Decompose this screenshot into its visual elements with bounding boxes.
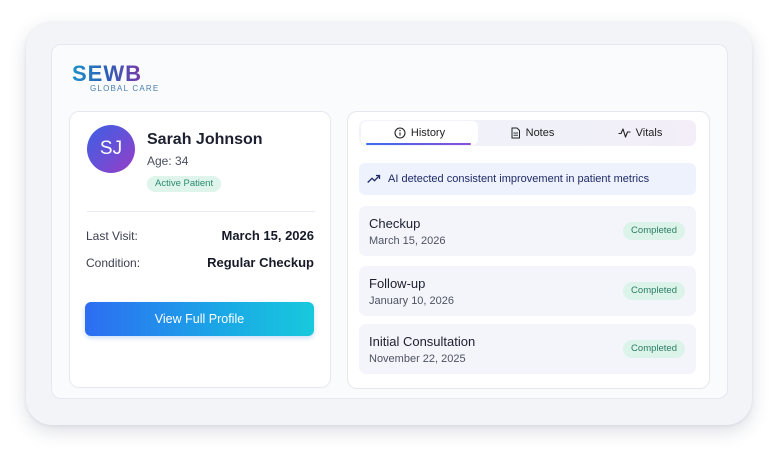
brand-name: SEWB [72,62,142,84]
last-visit-label: Last Visit: [86,229,138,243]
tab-history-label: History [410,127,446,139]
patient-age: Age: 34 [147,154,189,168]
condition-label: Condition: [86,256,141,270]
tab-history[interactable]: History [361,121,478,145]
status-badge: Completed [623,340,685,358]
document-icon [511,127,520,139]
history-item-date: November 22, 2025 [369,353,466,365]
history-item-title: Follow-up [369,276,426,291]
history-item-title: Checkup [369,216,421,231]
status-badge: Active Patient [147,176,222,192]
history-item[interactable]: Follow-up January 10, 2026 Completed [359,266,696,316]
pulse-icon [618,128,631,138]
history-item-title: Initial Consultation [369,334,476,349]
tab-vitals-label: Vitals [635,127,663,139]
status-badge: Completed [623,222,685,240]
history-item-date: March 15, 2026 [369,235,446,247]
tab-notes[interactable]: Notes [480,121,584,145]
brand-subtitle: GLOBAL CARE [90,84,160,93]
trending-up-icon [367,174,381,183]
patient-name: Sarah Johnson [147,131,263,148]
history-item-date: January 10, 2026 [369,295,455,307]
tab-notes-label: Notes [525,127,555,139]
divider [87,211,315,212]
active-tab-indicator [366,143,471,145]
history-item[interactable]: Checkup March 15, 2026 Completed [359,206,696,256]
history-item[interactable]: Initial Consultation November 22, 2025 C… [359,324,696,374]
ai-insight-text: AI detected consistent improvement in pa… [388,173,650,185]
view-full-profile-button[interactable]: View Full Profile [85,302,314,336]
condition-value: Regular Checkup [207,255,314,270]
info-icon [394,127,406,139]
ai-insight-banner: AI detected consistent improvement in pa… [359,163,696,195]
tab-vitals[interactable]: Vitals [588,121,692,145]
status-badge: Completed [623,282,685,300]
last-visit-value: March 15, 2026 [221,228,314,243]
avatar: SJ [87,125,135,173]
